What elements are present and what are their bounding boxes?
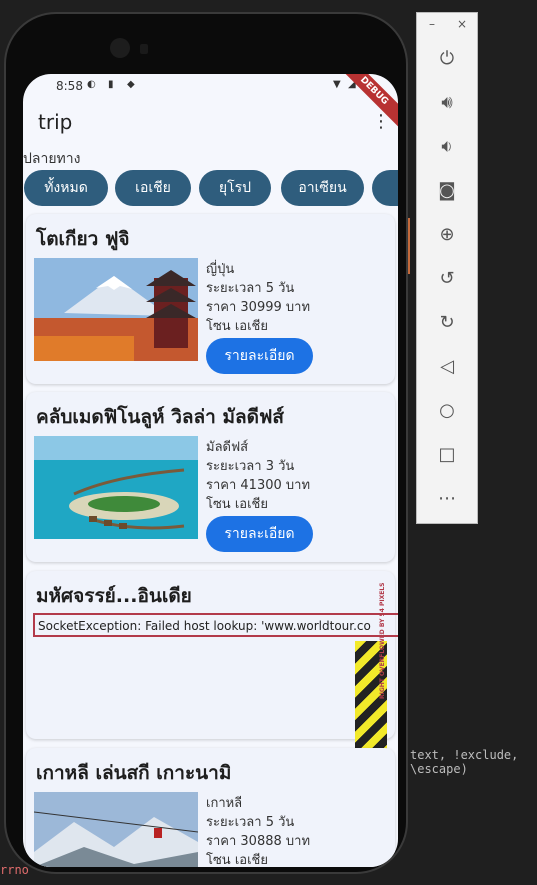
trip-title: เกาหลี เล่นสกี เกาะนามิ (36, 762, 232, 784)
trip-card: มหัศจรรย์...อินเดีย SocketException: Fai… (26, 571, 398, 761)
trip-card: เกาหลี เล่นสกี เกาะนามิ เกาหลี ระยะเวลา … (26, 748, 395, 867)
trip-info: เกาหลี ระยะเวลา 5 วัน ราคา 30888 บาท โซน… (206, 794, 310, 867)
wifi-icon: ▼ (333, 79, 341, 90)
rotate-right-icon[interactable]: ↻ (432, 309, 462, 337)
filter-chips: ทั้งหมด เอเชีย ยุโรป อาเซียน อ (24, 170, 398, 208)
trip-duration: ระยะเวลา 3 วัน (206, 459, 295, 474)
status-time: 8:58 (56, 79, 83, 93)
trip-title: มหัศจรรย์...อินเดีย (36, 585, 192, 607)
emulator-toolbar: – × ⏻ 🔊︎ 🔉︎ ◙ ⊕ ↺ ↻ ◁ ○ □ ⋯ (416, 12, 478, 524)
trip-info: มัลดีฟส์ ระยะเวลา 3 วัน ราคา 41300 บาท โ… (206, 438, 310, 514)
trip-duration: ระยะเวลา 5 วัน (206, 281, 295, 296)
trip-country: มัลดีฟส์ (206, 440, 249, 455)
trip-title: คลับเมดฟิโนลูห์ วิลล่า มัลดีฟส์ (36, 406, 284, 428)
trip-country: เกาหลี (206, 796, 243, 811)
zoom-icon[interactable]: ⊕ (432, 221, 462, 249)
close-button[interactable]: × (457, 17, 467, 31)
rotate-left-icon[interactable]: ↺ (432, 265, 462, 293)
trip-zone: โซน เอเชีย (206, 319, 268, 334)
settings-icon: ◆ (127, 79, 135, 90)
home-icon[interactable]: ○ (432, 397, 462, 425)
trip-duration: ระยะเวลา 5 วัน (206, 815, 295, 830)
trip-image-korea (34, 792, 198, 867)
overview-icon[interactable]: □ (432, 441, 462, 469)
ide-hint-text: text, !exclude, \escape) (410, 748, 519, 776)
sensor-icon (140, 44, 148, 54)
app-title: trip (38, 110, 73, 134)
camera-icon[interactable]: ◙ (432, 177, 462, 205)
back-icon[interactable]: ◁ (432, 353, 462, 381)
app-screen: 8:58 ◐ ▮ ◆ ▼ ◢ DEBUG trip ⋮ ปลายทาง ทั้ง… (23, 74, 398, 867)
ide-error-text: rrno (0, 863, 29, 877)
trip-info: ญี่ปุ่น ระยะเวลา 5 วัน ราคา 30999 บาท โซ… (206, 260, 310, 336)
minimize-button[interactable]: – (429, 17, 435, 31)
destination-label: ปลายทาง (23, 151, 81, 167)
more-icon[interactable]: ⋯ (432, 485, 462, 513)
trip-title: โตเกียว ฟูจิ (36, 228, 130, 250)
chip-all[interactable]: ทั้งหมด (24, 170, 108, 206)
sim-icon: ▮ (108, 79, 114, 90)
chip-asean[interactable]: อาเซียน (281, 170, 364, 206)
overflow-warning-text: RIGHT OVERFLOWED BY 54 PIXELS (379, 582, 386, 700)
trip-price: ราคา 41300 บาท (206, 478, 311, 493)
power-icon[interactable]: ⏻ (432, 45, 462, 73)
trip-image-tokyo (34, 258, 198, 361)
volume-up-icon[interactable]: 🔊︎ (432, 89, 462, 117)
detail-button[interactable]: รายละเอียด (206, 338, 313, 374)
chip-europe[interactable]: ยุโรป (199, 170, 271, 206)
trip-price: ราคา 30999 บาท (206, 300, 311, 315)
status-bar: 8:58 ◐ ▮ ◆ ▼ ◢ DEBUG (23, 74, 398, 131)
trip-zone: โซน เอเชีย (206, 853, 268, 867)
detail-button[interactable]: รายละเอียด (206, 516, 313, 552)
trip-card: โตเกียว ฟูจิ ญี่ปุ่น ระยะเวลา 5 วัน ราคา… (26, 214, 395, 384)
chip-more[interactable]: อ (372, 170, 398, 206)
trip-image-maldives (34, 436, 198, 539)
volume-down-icon[interactable]: 🔉︎ (432, 133, 462, 161)
more-vert-icon[interactable]: ⋮ (372, 112, 390, 132)
trip-card: คลับเมดฟิโนลูห์ วิลล่า มัลดีฟส์ มัลดีฟส์… (26, 392, 395, 562)
phone-frame: 8:58 ◐ ▮ ◆ ▼ ◢ DEBUG trip ⋮ ปลายทาง ทั้ง… (4, 12, 408, 874)
camera-icon (110, 38, 130, 58)
chip-asia[interactable]: เอเชีย (115, 170, 191, 206)
trip-zone: โซน เอเชีย (206, 497, 268, 512)
image-error-message: SocketException: Failed host lookup: 'ww… (33, 613, 398, 637)
shield-icon: ◐ (87, 79, 96, 90)
trip-price: ราคา 30888 บาท (206, 834, 311, 849)
trip-country: ญี่ปุ่น (206, 262, 235, 277)
